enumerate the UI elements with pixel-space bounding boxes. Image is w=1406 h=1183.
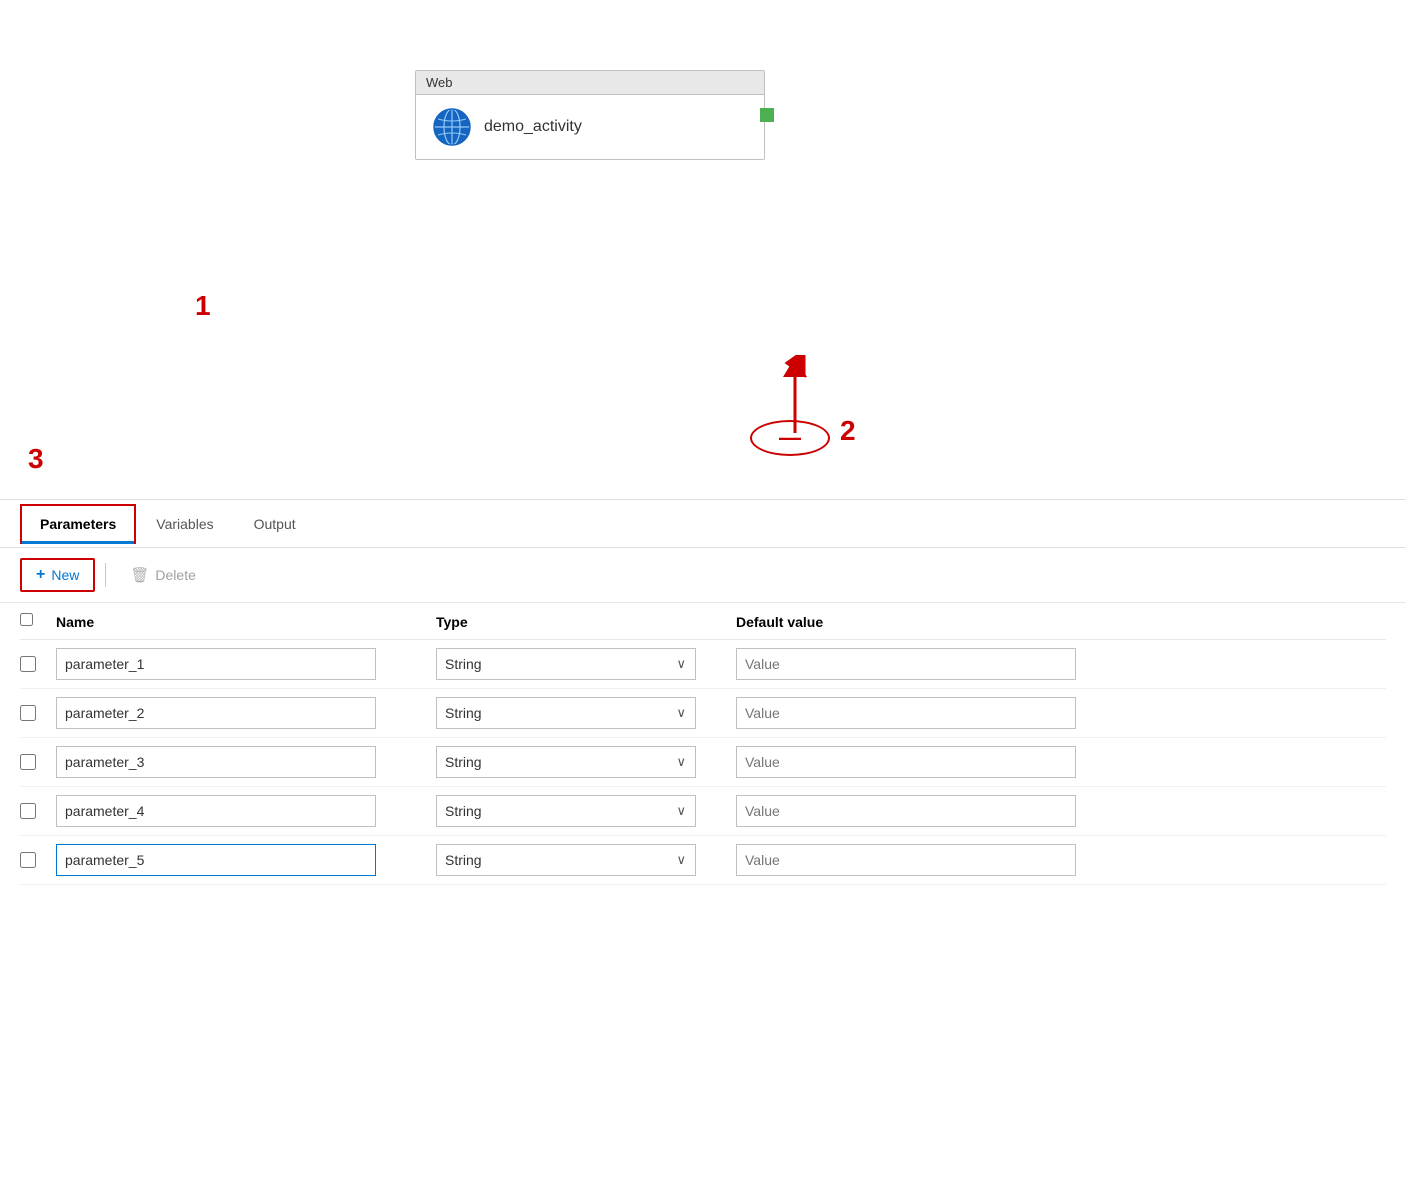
param-name-input-4[interactable] [56,795,376,827]
activity-node[interactable]: Web demo_activity [415,70,765,160]
new-button-label: New [51,567,79,583]
trash-icon: 🗑 [130,566,149,584]
col-header-type: Type [436,614,736,630]
plus-icon: + [36,566,45,584]
delete-button-label: Delete [155,567,195,583]
table-row: String Int Float Bool Array Object [20,640,1386,689]
table-row: String Int Float Bool Array Object [20,738,1386,787]
param-type-select-3[interactable]: String Int Float Bool Array Object [436,746,696,778]
annotation-label-2: 2 [840,415,856,447]
bottom-panel: Parameters Variables Output + New 🗑 Dele… [0,500,1406,885]
tab-output[interactable]: Output [234,504,316,544]
select-all-checkbox[interactable] [20,613,33,626]
param-default-input-1[interactable] [736,648,1076,680]
annotation-minus-circle: — [750,420,830,456]
toolbar-divider [105,563,106,587]
param-default-input-5[interactable] [736,844,1076,876]
row-checkbox-5[interactable] [20,852,36,868]
row-checkbox-4[interactable] [20,803,36,819]
table-row: String Int Float Bool Array Object [20,689,1386,738]
annotation-label-1: 1 [195,290,211,322]
param-name-input-5[interactable] [56,844,376,876]
param-type-select-4[interactable]: String Int Float Bool Array Object [436,795,696,827]
params-table: Name Type Default value String Int Float… [0,603,1406,885]
table-row: String Int Float Bool Array Object [20,787,1386,836]
activity-connector [760,108,774,122]
tab-variables[interactable]: Variables [136,504,233,544]
row-checkbox-3[interactable] [20,754,36,770]
param-type-select-2[interactable]: String Int Float Bool Array Object [436,697,696,729]
col-header-name: Name [56,614,436,630]
activity-name: demo_activity [484,118,582,136]
row-checkbox-2[interactable] [20,705,36,721]
table-row: String Int Float Bool Array Object [20,836,1386,885]
param-name-input-1[interactable] [56,648,376,680]
param-default-input-2[interactable] [736,697,1076,729]
param-name-input-2[interactable] [56,697,376,729]
annotation-label-3: 3 [28,443,44,475]
new-button[interactable]: + New [20,558,95,592]
tab-parameters[interactable]: Parameters [20,504,136,544]
delete-button[interactable]: 🗑 Delete [116,560,210,590]
param-name-input-3[interactable] [56,746,376,778]
canvas-area: Web demo_activity 1 [0,0,1406,500]
table-header: Name Type Default value [20,603,1386,640]
toolbar: + New 🗑 Delete [0,548,1406,603]
param-default-input-4[interactable] [736,795,1076,827]
param-type-select-5[interactable]: String Int Float Bool Array Object [436,844,696,876]
globe-icon [432,107,472,147]
param-type-select-1[interactable]: String Int Float Bool Array Object [436,648,696,680]
tabs-bar: Parameters Variables Output [0,500,1406,548]
param-default-input-3[interactable] [736,746,1076,778]
col-header-default: Default value [736,614,1386,630]
row-checkbox-1[interactable] [20,656,36,672]
activity-category: Web [416,71,764,95]
